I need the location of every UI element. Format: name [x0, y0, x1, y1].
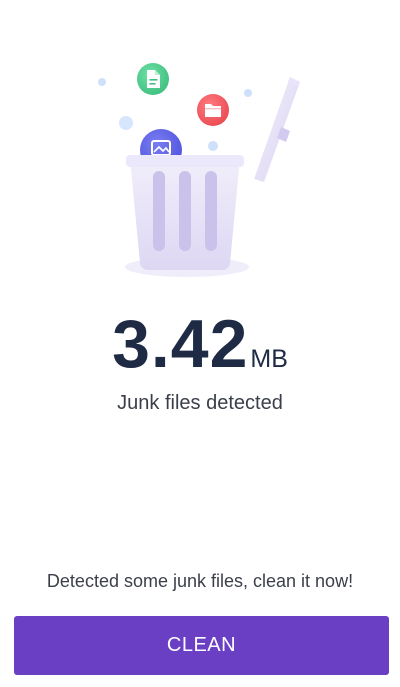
bin-lid	[254, 77, 300, 182]
junk-illustration	[80, 55, 320, 285]
junk-size-unit: MB	[250, 345, 288, 373]
clean-button[interactable]: CLEAN	[14, 616, 389, 675]
clean-hint-text: Detected some junk files, clean it now!	[46, 571, 354, 591]
junk-detected-label: Junk files detected	[117, 392, 283, 414]
trash-bin-icon	[125, 155, 249, 277]
document-icon	[137, 63, 169, 95]
junk-size-value: 3.42	[112, 306, 249, 382]
junk-size-display: 3.42MB	[0, 308, 400, 380]
folder-icon	[197, 94, 229, 126]
